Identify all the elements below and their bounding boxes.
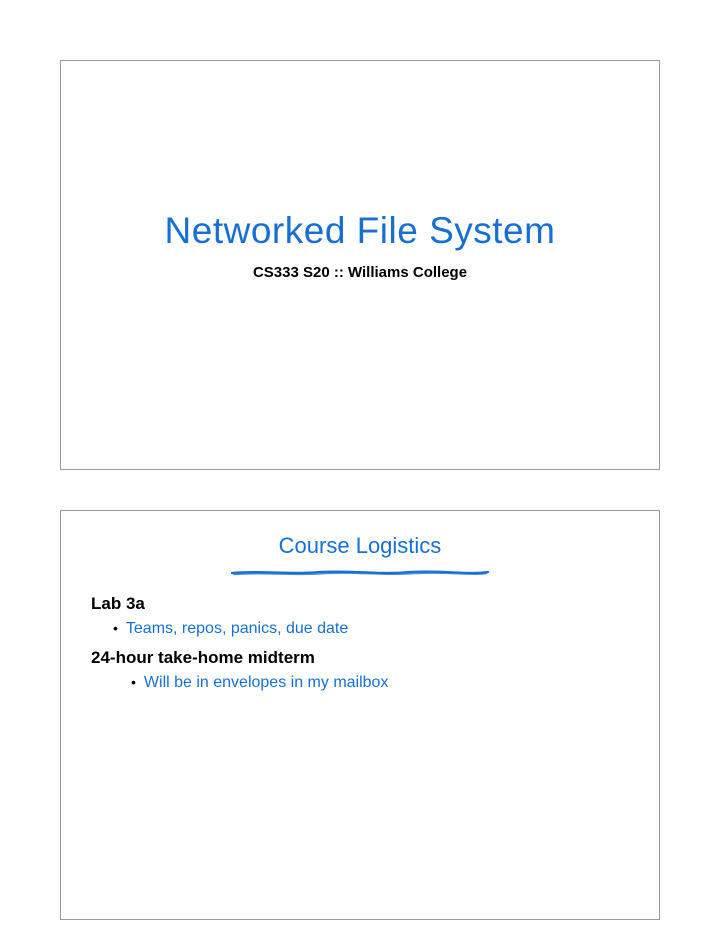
section-heading: Lab 3a [91, 594, 629, 614]
bullet-dot-icon: • [131, 675, 136, 689]
underline-decoration-icon [230, 569, 490, 576]
title-slide: Networked File System CS333 S20 :: Willi… [60, 60, 660, 470]
bullet-dot-icon: • [113, 621, 118, 635]
logistics-slide: Course Logistics Lab 3a • Teams, repos, … [60, 510, 660, 920]
page: Networked File System CS333 S20 :: Willi… [0, 0, 720, 932]
bullet-item: • Will be in envelopes in my mailbox [131, 674, 629, 692]
bullet-text: Teams, repos, panics, due date [126, 620, 348, 638]
title-slide-content: Networked File System CS333 S20 :: Willi… [61, 61, 659, 469]
bullet-text: Will be in envelopes in my mailbox [144, 674, 389, 692]
presentation-title: Networked File System [165, 210, 556, 252]
section-heading: 24-hour take-home midterm [91, 648, 629, 668]
presentation-subtitle: CS333 S20 :: Williams College [253, 264, 467, 281]
slide-title: Course Logistics [275, 533, 446, 563]
slide-title-wrap: Course Logistics [91, 533, 629, 563]
bullet-item: • Teams, repos, panics, due date [113, 620, 629, 638]
